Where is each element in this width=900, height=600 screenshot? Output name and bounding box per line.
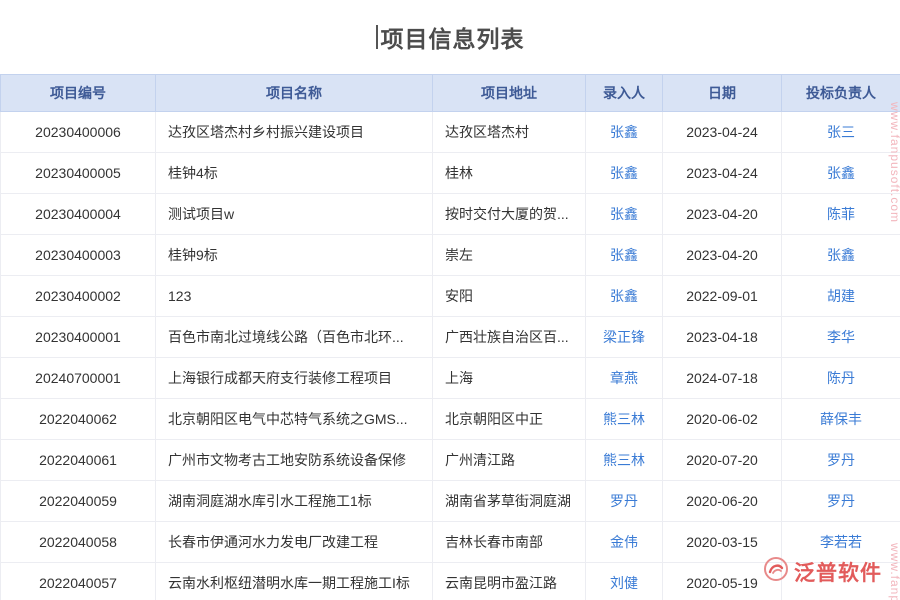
entry-person-link[interactable]: 金伟 bbox=[586, 522, 663, 563]
project-address: 广州清江路 bbox=[433, 440, 586, 481]
project-id: 20230400001 bbox=[1, 317, 156, 358]
project-date: 2023-04-18 bbox=[663, 317, 782, 358]
project-date: 2023-04-20 bbox=[663, 194, 782, 235]
table-header-row: 项目编号项目名称项目地址录入人日期投标负责人 bbox=[1, 75, 900, 112]
project-id: 2022040061 bbox=[1, 440, 156, 481]
bid-manager-link[interactable]: 李若若 bbox=[782, 522, 900, 563]
column-header-2: 项目地址 bbox=[433, 75, 586, 112]
table-body: 20230400006达孜区塔杰村乡村振兴建设项目达孜区塔杰村张鑫2023-04… bbox=[1, 112, 900, 600]
project-date: 2022-09-01 bbox=[663, 276, 782, 317]
project-address: 达孜区塔杰村 bbox=[433, 112, 586, 153]
bid-manager-link[interactable] bbox=[782, 563, 900, 600]
entry-person-link[interactable]: 张鑫 bbox=[586, 153, 663, 194]
project-name: 湖南洞庭湖水库引水工程施工1标 bbox=[156, 481, 433, 522]
project-date: 2020-06-02 bbox=[663, 399, 782, 440]
bid-manager-link[interactable]: 陈菲 bbox=[782, 194, 900, 235]
bid-manager-link[interactable]: 张鑫 bbox=[782, 235, 900, 276]
project-date: 2023-04-20 bbox=[663, 235, 782, 276]
entry-person-link[interactable]: 熊三林 bbox=[586, 440, 663, 481]
bid-manager-link[interactable]: 陈丹 bbox=[782, 358, 900, 399]
project-address: 云南昆明市盈江路 bbox=[433, 563, 586, 600]
project-id: 20230400002 bbox=[1, 276, 156, 317]
column-header-3: 录入人 bbox=[586, 75, 663, 112]
bid-manager-link[interactable]: 张鑫 bbox=[782, 153, 900, 194]
entry-person-link[interactable]: 刘健 bbox=[586, 563, 663, 600]
project-name: 桂钟9标 bbox=[156, 235, 433, 276]
column-header-4: 日期 bbox=[663, 75, 782, 112]
text-cursor bbox=[376, 25, 378, 49]
project-name: 上海银行成都天府支行装修工程项目 bbox=[156, 358, 433, 399]
project-info-page: 项目信息列表 项目编号项目名称项目地址录入人日期投标负责人 2023040000… bbox=[0, 0, 900, 600]
entry-person-link[interactable]: 张鑫 bbox=[586, 235, 663, 276]
project-id: 2022040058 bbox=[1, 522, 156, 563]
project-name: 测试项目w bbox=[156, 194, 433, 235]
page-header: 项目信息列表 bbox=[0, 0, 900, 74]
table-row[interactable]: 20230400006达孜区塔杰村乡村振兴建设项目达孜区塔杰村张鑫2023-04… bbox=[1, 112, 900, 153]
project-name: 达孜区塔杰村乡村振兴建设项目 bbox=[156, 112, 433, 153]
project-address: 广西壮族自治区百... bbox=[433, 317, 586, 358]
entry-person-link[interactable]: 张鑫 bbox=[586, 194, 663, 235]
project-date: 2024-07-18 bbox=[663, 358, 782, 399]
project-address: 上海 bbox=[433, 358, 586, 399]
table-row[interactable]: 20230400005桂钟4标桂林张鑫2023-04-24张鑫 bbox=[1, 153, 900, 194]
table-row[interactable]: 2022040061广州市文物考古工地安防系统设备保修广州清江路熊三林2020-… bbox=[1, 440, 900, 481]
project-address: 北京朝阳区中正 bbox=[433, 399, 586, 440]
project-name: 云南水利枢纽潜明水库一期工程施工I标 bbox=[156, 563, 433, 600]
bid-manager-link[interactable]: 李华 bbox=[782, 317, 900, 358]
project-address: 崇左 bbox=[433, 235, 586, 276]
table-row[interactable]: 20230400004测试项目w按时交付大厦的贺...张鑫2023-04-20陈… bbox=[1, 194, 900, 235]
project-date: 2020-03-15 bbox=[663, 522, 782, 563]
project-date: 2023-04-24 bbox=[663, 153, 782, 194]
project-id: 20230400006 bbox=[1, 112, 156, 153]
table-row[interactable]: 20230400002123安阳张鑫2022-09-01胡建 bbox=[1, 276, 900, 317]
project-name: 北京朝阳区电气中芯特气系统之GMS... bbox=[156, 399, 433, 440]
project-name: 123 bbox=[156, 276, 433, 317]
project-date: 2020-07-20 bbox=[663, 440, 782, 481]
project-name: 百色市南北过境线公路（百色市北环... bbox=[156, 317, 433, 358]
entry-person-link[interactable]: 梁正锋 bbox=[586, 317, 663, 358]
column-header-1: 项目名称 bbox=[156, 75, 433, 112]
table-row[interactable]: 2022040058长春市伊通河水力发电厂改建工程吉林长春市南部金伟2020-0… bbox=[1, 522, 900, 563]
project-address: 桂林 bbox=[433, 153, 586, 194]
bid-manager-link[interactable]: 薛保丰 bbox=[782, 399, 900, 440]
project-id: 20230400003 bbox=[1, 235, 156, 276]
project-address: 按时交付大厦的贺... bbox=[433, 194, 586, 235]
project-id: 20230400005 bbox=[1, 153, 156, 194]
entry-person-link[interactable]: 章燕 bbox=[586, 358, 663, 399]
column-header-0: 项目编号 bbox=[1, 75, 156, 112]
entry-person-link[interactable]: 熊三林 bbox=[586, 399, 663, 440]
project-address: 安阳 bbox=[433, 276, 586, 317]
entry-person-link[interactable]: 罗丹 bbox=[586, 481, 663, 522]
project-name: 长春市伊通河水力发电厂改建工程 bbox=[156, 522, 433, 563]
project-id: 20230400004 bbox=[1, 194, 156, 235]
project-id: 2022040062 bbox=[1, 399, 156, 440]
entry-person-link[interactable]: 张鑫 bbox=[586, 112, 663, 153]
bid-manager-link[interactable]: 罗丹 bbox=[782, 440, 900, 481]
project-id: 2022040059 bbox=[1, 481, 156, 522]
project-id: 20240700001 bbox=[1, 358, 156, 399]
project-id: 2022040057 bbox=[1, 563, 156, 600]
entry-person-link[interactable]: 张鑫 bbox=[586, 276, 663, 317]
page-title: 项目信息列表 bbox=[381, 20, 525, 54]
project-date: 2020-05-19 bbox=[663, 563, 782, 600]
project-name: 广州市文物考古工地安防系统设备保修 bbox=[156, 440, 433, 481]
project-date: 2020-06-20 bbox=[663, 481, 782, 522]
project-address: 吉林长春市南部 bbox=[433, 522, 586, 563]
project-table: 项目编号项目名称项目地址录入人日期投标负责人 20230400006达孜区塔杰村… bbox=[0, 74, 900, 600]
bid-manager-link[interactable]: 胡建 bbox=[782, 276, 900, 317]
table-row[interactable]: 2022040059湖南洞庭湖水库引水工程施工1标湖南省茅草街洞庭湖罗丹2020… bbox=[1, 481, 900, 522]
table-row[interactable]: 20240700001上海银行成都天府支行装修工程项目上海章燕2024-07-1… bbox=[1, 358, 900, 399]
project-name: 桂钟4标 bbox=[156, 153, 433, 194]
bid-manager-link[interactable]: 张三 bbox=[782, 112, 900, 153]
table-row[interactable]: 2022040057云南水利枢纽潜明水库一期工程施工I标云南昆明市盈江路刘健20… bbox=[1, 563, 900, 600]
table-row[interactable]: 20230400001百色市南北过境线公路（百色市北环...广西壮族自治区百..… bbox=[1, 317, 900, 358]
table-row[interactable]: 20230400003桂钟9标崇左张鑫2023-04-20张鑫 bbox=[1, 235, 900, 276]
bid-manager-link[interactable]: 罗丹 bbox=[782, 481, 900, 522]
column-header-5: 投标负责人 bbox=[782, 75, 900, 112]
project-address: 湖南省茅草街洞庭湖 bbox=[433, 481, 586, 522]
project-date: 2023-04-24 bbox=[663, 112, 782, 153]
table-row[interactable]: 2022040062北京朝阳区电气中芯特气系统之GMS...北京朝阳区中正熊三林… bbox=[1, 399, 900, 440]
